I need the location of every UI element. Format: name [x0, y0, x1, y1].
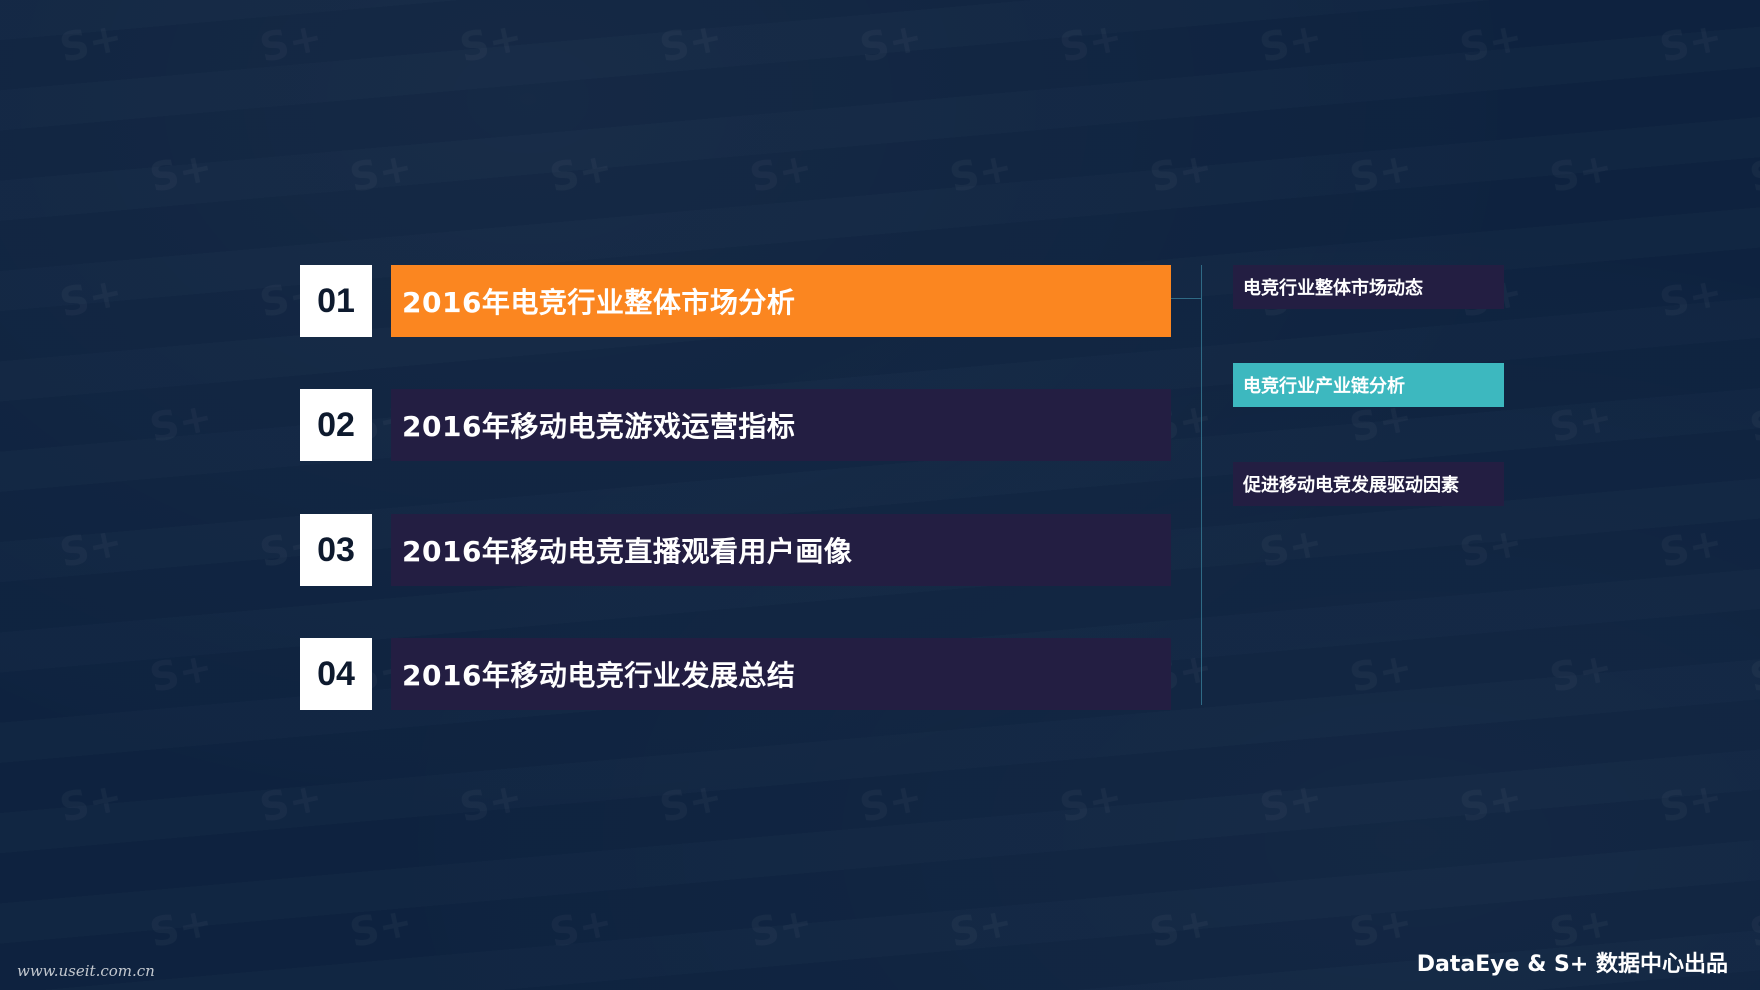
watermark-logo-icon: S+: [1546, 644, 1617, 702]
watermark-logo-icon: S+: [1346, 644, 1417, 702]
watermark-logo-icon: S+: [1346, 144, 1417, 202]
watermark-logo-icon: S+: [1656, 269, 1727, 327]
watermark-logo-icon: S+: [856, 14, 927, 72]
watermark-logo-icon: S+: [1346, 899, 1417, 957]
watermark-logo-icon: S+: [1746, 899, 1760, 957]
watermark-logo-icon: S+: [1656, 519, 1727, 577]
watermark-logo-icon: S+: [856, 774, 927, 832]
watermark-logo-icon: S+: [656, 14, 727, 72]
watermark-logo-icon: S+: [56, 519, 127, 577]
watermark-logo-icon: S+: [1056, 774, 1127, 832]
watermark-logo-icon: S+: [456, 774, 527, 832]
watermark-logo-icon: S+: [1746, 644, 1760, 702]
watermark-logo-icon: S+: [746, 899, 817, 957]
site-watermark: www.useit.com.cn: [17, 962, 155, 980]
watermark-logo-icon: S+: [1456, 774, 1527, 832]
watermark-logo-icon: S+: [146, 899, 217, 957]
agenda-title: 2016年电竞行业整体市场分析: [391, 265, 1171, 337]
connector-line-vertical: [1201, 265, 1202, 705]
watermark-logo-icon: S+: [546, 899, 617, 957]
watermark-logo-icon: S+: [746, 144, 817, 202]
watermark-logo-icon: S+: [1656, 774, 1727, 832]
agenda-number-badge: 01: [300, 265, 372, 337]
agenda-number-badge: 04: [300, 638, 372, 710]
watermark-logo-icon: S+: [146, 644, 217, 702]
watermark-logo-icon: S+: [146, 394, 217, 452]
watermark-logo-icon: S+: [1146, 899, 1217, 957]
watermark-logo-icon: S+: [1146, 144, 1217, 202]
agenda-item-02[interactable]: 02 2016年移动电竞游戏运营指标: [300, 389, 1171, 461]
subsection-item-growth-drivers[interactable]: 促进移动电竞发展驱动因素: [1233, 462, 1504, 506]
watermark-logo-icon: S+: [56, 269, 127, 327]
watermark-logo-icon: S+: [146, 144, 217, 202]
watermark-logo-icon: S+: [946, 899, 1017, 957]
watermark-logo-icon: S+: [56, 774, 127, 832]
agenda-title: 2016年移动电竞直播观看用户画像: [391, 514, 1171, 586]
watermark-logo-icon: S+: [1256, 14, 1327, 72]
watermark-logo-icon: S+: [1746, 144, 1760, 202]
agenda-title: 2016年移动电竞行业发展总结: [391, 638, 1171, 710]
watermark-logo-icon: S+: [1546, 394, 1617, 452]
footer-credit: DataEye & S+ 数据中心出品: [1416, 952, 1728, 977]
watermark-logo-icon: S+: [1746, 394, 1760, 452]
watermark-logo-icon: S+: [1456, 519, 1527, 577]
watermark-logo-icon: S+: [946, 144, 1017, 202]
watermark-logo-icon: S+: [1656, 14, 1727, 72]
watermark-logo-icon: S+: [256, 14, 327, 72]
agenda-title: 2016年移动电竞游戏运营指标: [391, 389, 1171, 461]
watermark-logo-icon: S+: [346, 144, 417, 202]
connector-line-horizontal: [1171, 298, 1201, 299]
agenda-number-badge: 03: [300, 514, 372, 586]
watermark-logo-icon: S+: [346, 899, 417, 957]
watermark-logo-icon: S+: [256, 774, 327, 832]
watermark-logo-icon: S+: [1256, 774, 1327, 832]
watermark-logo-icon: S+: [1256, 519, 1327, 577]
agenda-number-badge: 02: [300, 389, 372, 461]
agenda-item-04[interactable]: 04 2016年移动电竞行业发展总结: [300, 638, 1171, 710]
watermark-logo-icon: S+: [656, 774, 727, 832]
watermark-logo-icon: S+: [546, 144, 617, 202]
watermark-logo-icon: S+: [1456, 14, 1527, 72]
watermark-logo-icon: S+: [56, 14, 127, 72]
agenda-item-01[interactable]: 01 2016年电竞行业整体市场分析: [300, 265, 1171, 337]
subsection-item-industry-chain[interactable]: 电竞行业产业链分析: [1233, 363, 1504, 407]
subsection-item-market-dynamics[interactable]: 电竞行业整体市场动态: [1233, 265, 1504, 309]
agenda-item-03[interactable]: 03 2016年移动电竞直播观看用户画像: [300, 514, 1171, 586]
watermark-logo-icon: S+: [1056, 14, 1127, 72]
watermark-logo-icon: S+: [1546, 144, 1617, 202]
watermark-logo-icon: S+: [456, 14, 527, 72]
